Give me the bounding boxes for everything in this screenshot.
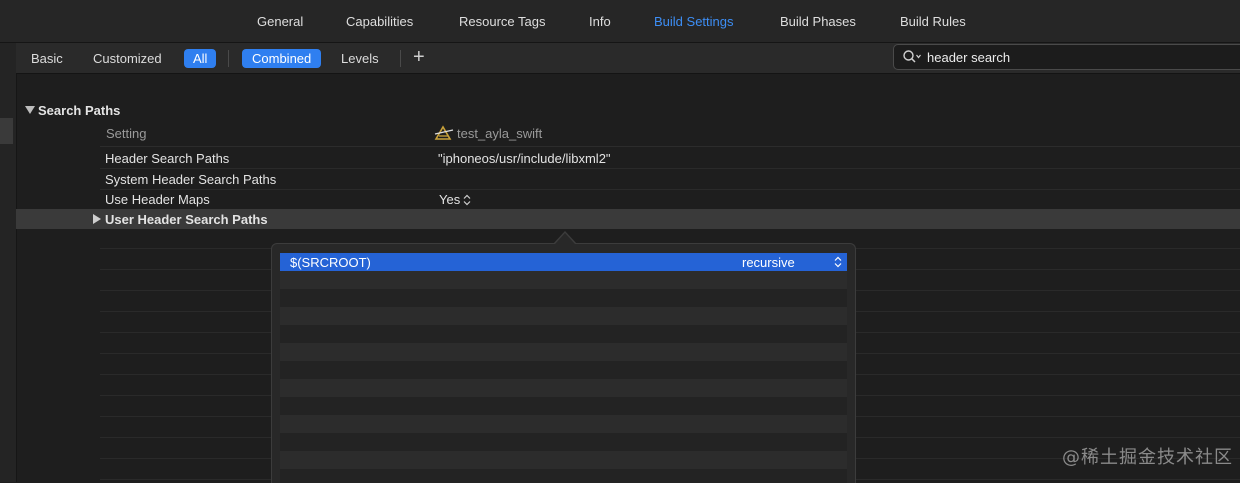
editor-tab-bar: General Capabilities Resource Tags Info … <box>0 0 1240 43</box>
popup-stepper-icon[interactable] <box>463 194 471 206</box>
header-divider <box>100 146 1240 147</box>
list-item[interactable] <box>280 469 847 483</box>
mode-stepper-icon[interactable] <box>834 256 842 268</box>
list-item[interactable] <box>280 343 847 361</box>
section-search-paths[interactable]: Search Paths <box>16 100 1240 122</box>
filter-customized-button[interactable]: Customized <box>83 49 172 68</box>
tab-capabilities[interactable]: Capabilities <box>346 0 413 42</box>
add-setting-button[interactable]: + <box>413 47 425 67</box>
search-path-mode[interactable]: recursive <box>742 255 795 270</box>
value-header-search-paths[interactable]: "iphoneos/usr/include/libxml2" <box>438 151 611 166</box>
list-item-selected[interactable]: $(SRCROOT) recursive <box>280 253 847 271</box>
list-item[interactable] <box>280 397 847 415</box>
tab-general[interactable]: General <box>257 0 303 42</box>
list-item[interactable] <box>280 289 847 307</box>
setting-use-header-maps[interactable]: Use Header Maps <box>105 192 210 207</box>
gutter-selection <box>0 118 13 144</box>
list-item[interactable] <box>280 325 847 343</box>
filter-separator <box>228 50 229 67</box>
tab-build-phases[interactable]: Build Phases <box>780 0 856 42</box>
disclosure-expanded-icon[interactable] <box>25 106 35 114</box>
disclosure-collapsed-icon[interactable] <box>93 214 101 224</box>
filter-basic-button[interactable]: Basic <box>21 49 73 68</box>
tab-resource-tags[interactable]: Resource Tags <box>459 0 545 42</box>
value-use-header-maps[interactable]: Yes <box>439 192 460 207</box>
navigator-gutter <box>0 43 17 482</box>
list-item[interactable] <box>280 433 847 451</box>
list-item[interactable] <box>280 415 847 433</box>
setting-header-search-paths[interactable]: Header Search Paths <box>105 151 229 166</box>
popover-arrow-fill <box>555 233 575 244</box>
list-item[interactable] <box>280 451 847 469</box>
filter-separator <box>400 50 401 67</box>
list-item[interactable] <box>280 361 847 379</box>
setting-row-user-header-search-paths[interactable]: User Header Search Paths <box>16 209 1240 229</box>
xcode-target-icon <box>434 125 454 140</box>
settings-filter-bar: Basic Customized All Combined Levels + <box>16 43 1240 74</box>
search-paths-popover: $(SRCROOT) recursive <box>271 243 856 483</box>
filter-all-button[interactable]: All <box>184 49 217 68</box>
setting-system-header-search-paths[interactable]: System Header Search Paths <box>105 172 276 187</box>
search-field[interactable] <box>893 44 1240 70</box>
search-path-value[interactable]: $(SRCROOT) <box>290 255 371 270</box>
filter-combined-button[interactable]: Combined <box>242 49 322 68</box>
filter-levels-button[interactable]: Levels <box>331 49 389 68</box>
list-item[interactable] <box>280 271 847 289</box>
section-title: Search Paths <box>38 103 121 118</box>
setting-user-header-search-paths: User Header Search Paths <box>105 212 268 227</box>
column-header-setting: Setting <box>106 126 147 141</box>
watermark: @稀土掘金技术社区 <box>1062 447 1233 468</box>
search-icon <box>903 50 921 63</box>
search-paths-list[interactable]: $(SRCROOT) recursive <box>280 253 847 483</box>
search-input[interactable] <box>927 48 1227 66</box>
row-divider <box>100 189 1240 190</box>
list-item[interactable] <box>280 307 847 325</box>
tab-build-settings[interactable]: Build Settings <box>654 0 734 42</box>
column-header-target: test_ayla_swift <box>457 126 543 141</box>
tab-build-rules[interactable]: Build Rules <box>900 0 966 42</box>
row-divider <box>100 168 1240 169</box>
tab-info[interactable]: Info <box>589 0 611 42</box>
list-item[interactable] <box>280 379 847 397</box>
